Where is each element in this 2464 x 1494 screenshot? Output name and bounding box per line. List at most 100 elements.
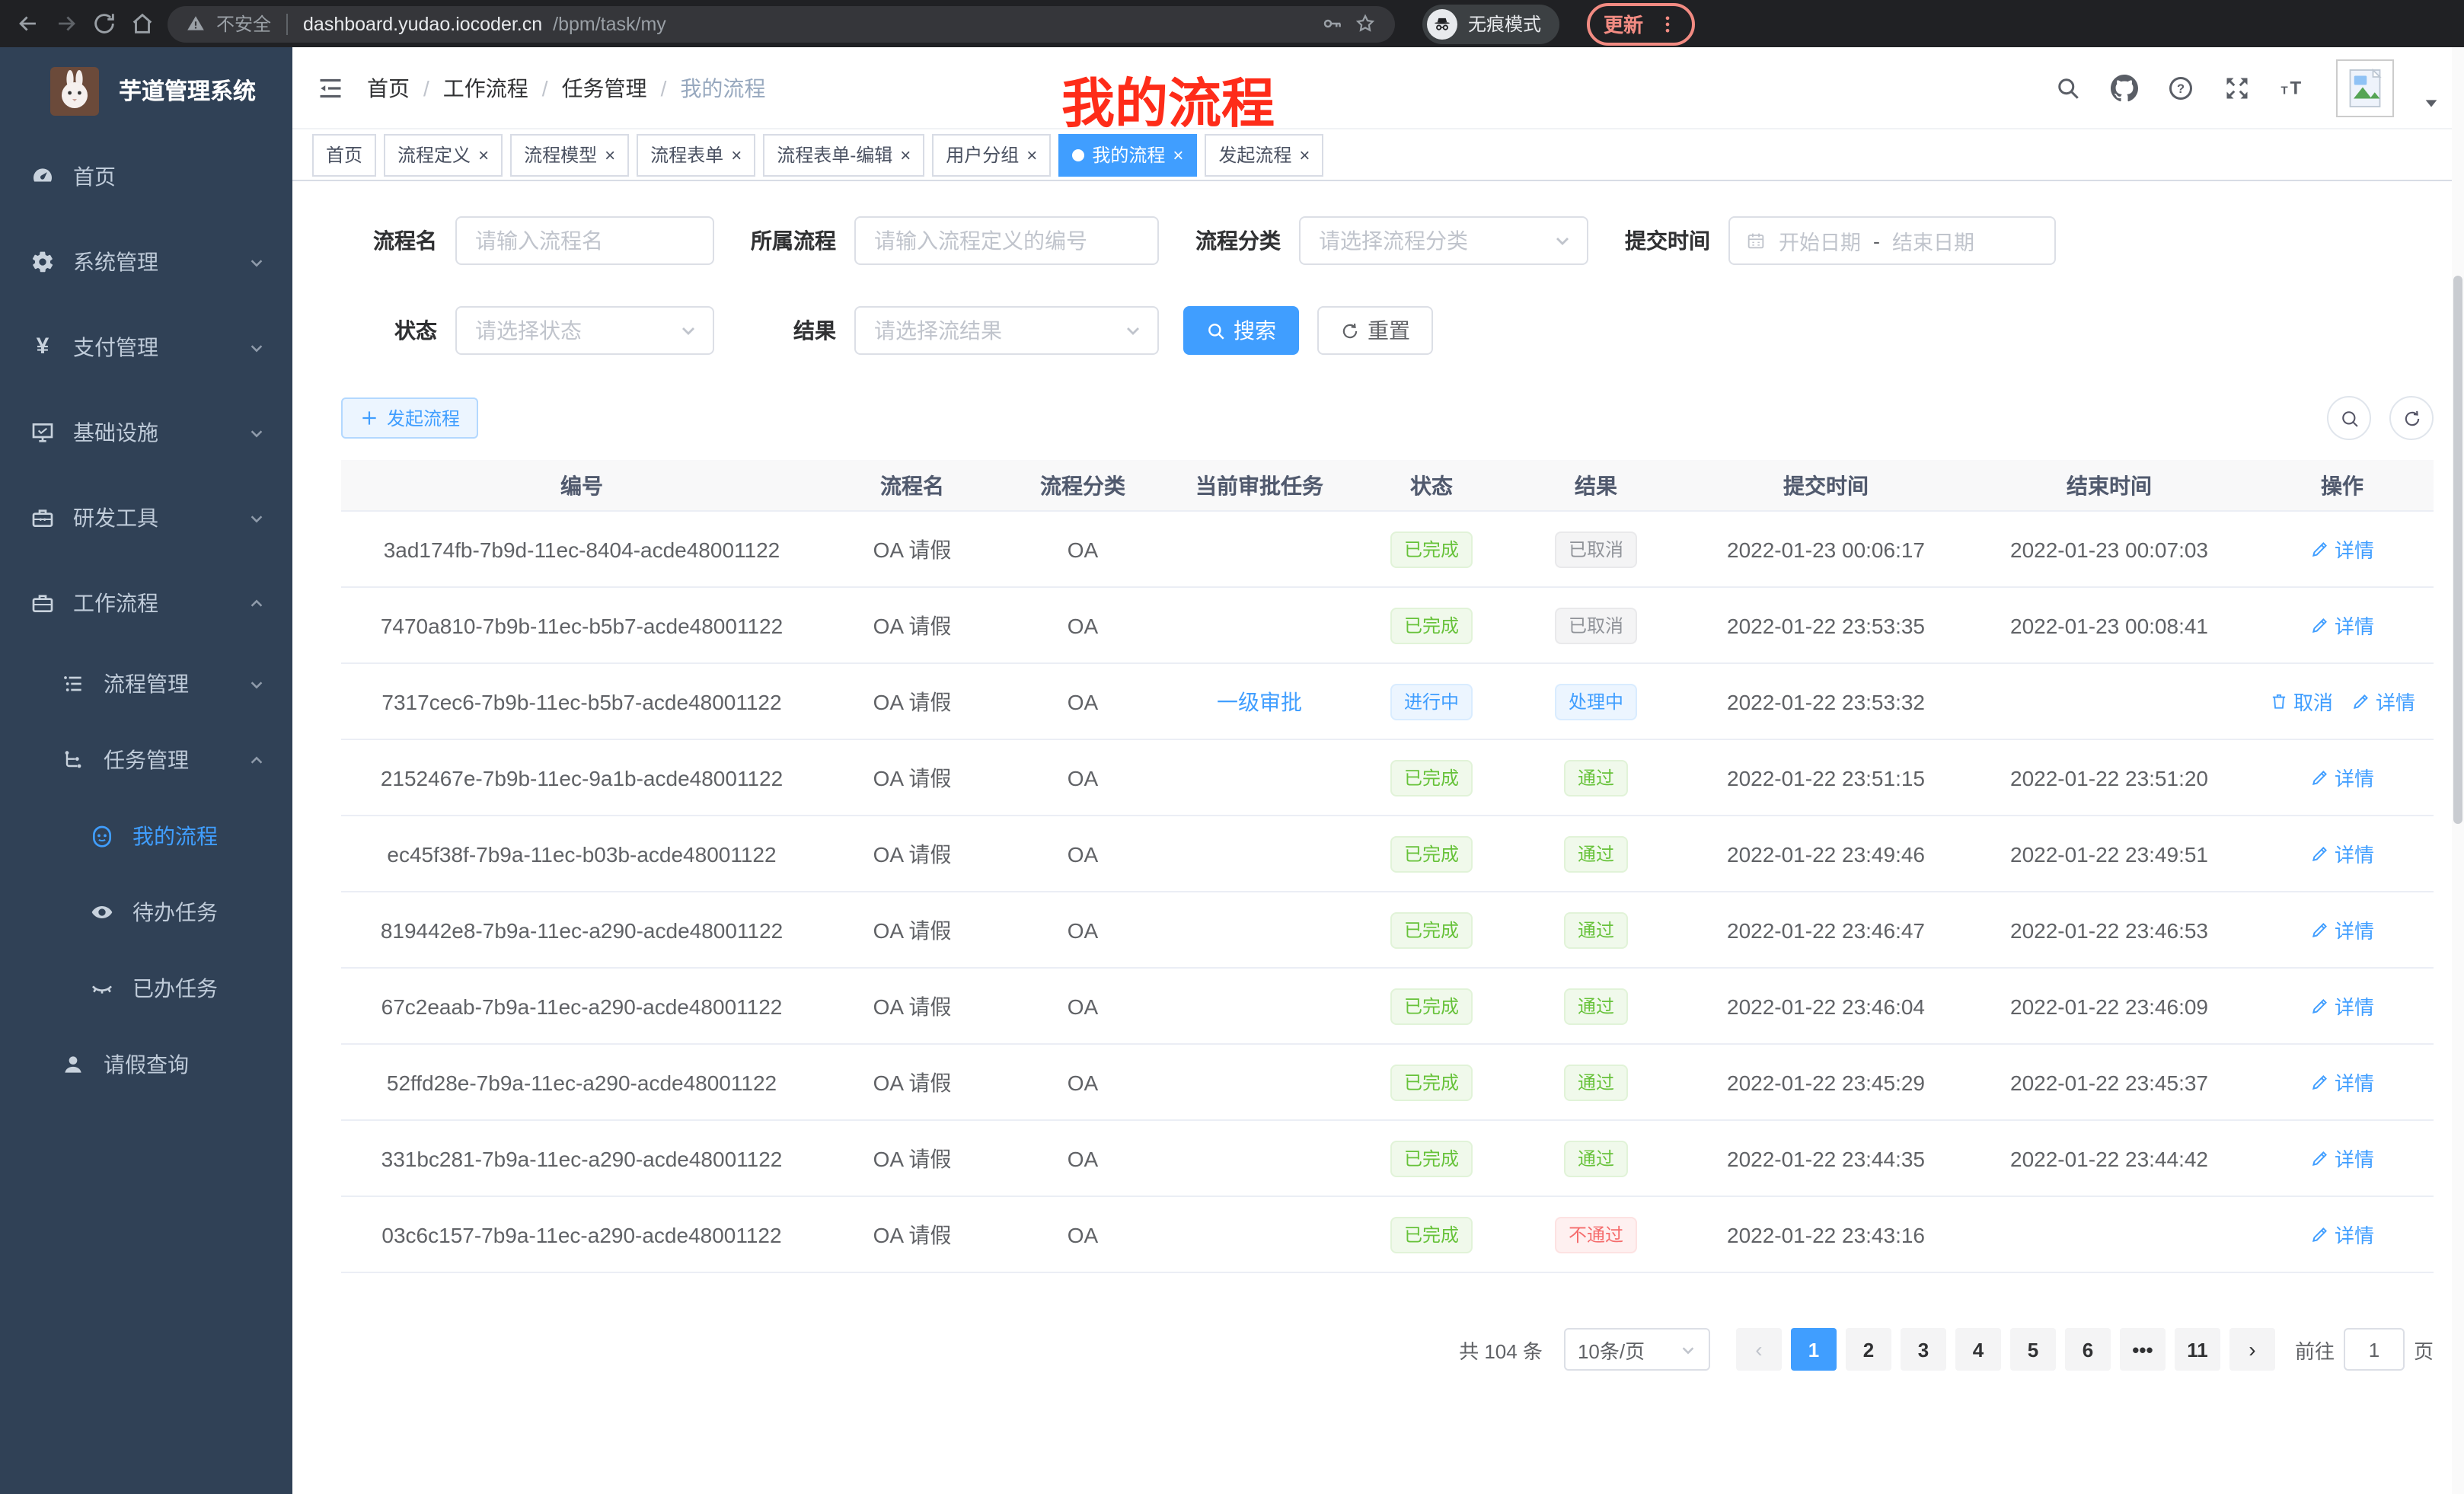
prev-page-button[interactable]: ‹: [1736, 1328, 1782, 1371]
app-logo-row[interactable]: 芋道管理系统: [0, 47, 292, 134]
breadcrumb-home[interactable]: 首页: [367, 72, 410, 103]
status-select[interactable]: 请选择状态: [455, 306, 714, 355]
task-link[interactable]: 一级审批: [1217, 689, 1302, 713]
detail-link[interactable]: 详情: [2310, 1220, 2374, 1249]
sidebar-item[interactable]: 请假查询: [0, 1026, 292, 1103]
tab[interactable]: 流程定义×: [384, 133, 503, 176]
security-label: 不安全: [216, 11, 271, 37]
sidebar-item[interactable]: 研发工具: [0, 475, 292, 560]
page-button[interactable]: 11: [2175, 1328, 2220, 1371]
chevron-up-icon: [248, 752, 265, 768]
sidebar-item-label: 待办任务: [132, 897, 292, 927]
hamburger-icon[interactable]: [317, 74, 344, 101]
reload-icon[interactable]: [91, 11, 117, 37]
sidebar-item[interactable]: 已办任务: [0, 950, 292, 1026]
fullscreen-icon[interactable]: [2223, 74, 2251, 101]
sidebar-item[interactable]: 系统管理: [0, 219, 292, 305]
tab[interactable]: 流程表单-编辑 ×: [763, 133, 924, 176]
avatar-broken-image-icon: [2342, 65, 2388, 110]
tab-close-icon[interactable]: ×: [478, 145, 489, 164]
tab-close-icon[interactable]: ×: [1299, 145, 1310, 164]
sidebar-item[interactable]: 首页: [0, 134, 292, 219]
caret-down-icon[interactable]: [2423, 94, 2440, 111]
tab-close-icon[interactable]: ×: [1026, 145, 1037, 164]
star-icon[interactable]: [1354, 12, 1377, 35]
detail-link[interactable]: 详情: [2310, 915, 2374, 944]
goto-page-input[interactable]: [2344, 1328, 2405, 1371]
next-page-button[interactable]: ›: [2229, 1328, 2275, 1371]
font-size-icon[interactable]: TT: [2280, 74, 2307, 101]
detail-link[interactable]: 详情: [2310, 763, 2374, 792]
breadcrumb-task-mgmt[interactable]: 任务管理: [562, 72, 647, 103]
sidebar-item[interactable]: 任务管理: [0, 722, 292, 798]
page-scrollbar[interactable]: [2452, 47, 2464, 1494]
status-tag: 已完成: [1390, 607, 1473, 643]
back-icon[interactable]: [15, 11, 41, 37]
sidebar-item[interactable]: 流程管理: [0, 646, 292, 722]
search-icon[interactable]: [2054, 74, 2082, 101]
page-button[interactable]: 1: [1791, 1328, 1837, 1371]
tab[interactable]: 我的流程×: [1058, 133, 1197, 176]
url-bar[interactable]: 不安全 dashboard.yudao.iocoder.cn/bpm/task/…: [168, 5, 1395, 42]
github-icon[interactable]: [2111, 74, 2138, 101]
help-icon[interactable]: ?: [2167, 74, 2194, 101]
sidebar-item[interactable]: ¥支付管理: [0, 305, 292, 390]
tab[interactable]: 流程模型×: [510, 133, 629, 176]
page-button[interactable]: 4: [1955, 1328, 2001, 1371]
tab[interactable]: 流程表单×: [637, 133, 755, 176]
cell-end-time: 2022-01-22 23:45:37: [1968, 1044, 2251, 1120]
forward-icon[interactable]: [53, 11, 79, 37]
category-select[interactable]: 请选择流程分类: [1299, 216, 1588, 265]
tab-close-icon[interactable]: ×: [731, 145, 742, 164]
process-key-input[interactable]: [854, 216, 1159, 265]
detail-link[interactable]: 详情: [2310, 991, 2374, 1020]
key-icon[interactable]: [1320, 12, 1343, 35]
url-host: dashboard.yudao.iocoder.cn: [303, 13, 542, 34]
tab[interactable]: 发起流程×: [1205, 133, 1323, 176]
page-button[interactable]: 6: [2065, 1328, 2111, 1371]
status-tag: 已完成: [1390, 759, 1473, 796]
filter-row-2: 状态 请选择状态 结果 请选择流结果 搜索: [341, 306, 2434, 355]
cell-actions: 详情: [2251, 511, 2434, 587]
tab-close-icon[interactable]: ×: [605, 145, 615, 164]
process-name-input[interactable]: [455, 216, 714, 265]
result-tag: 通过: [1564, 835, 1628, 872]
update-button[interactable]: 更新: [1587, 2, 1695, 45]
reset-button[interactable]: 重置: [1317, 306, 1433, 355]
create-process-button[interactable]: 发起流程: [341, 397, 478, 439]
submit-time-range-picker[interactable]: 开始日期 - 结束日期: [1728, 216, 2056, 265]
sidebar-item[interactable]: 工作流程: [0, 560, 292, 646]
avatar[interactable]: [2336, 59, 2394, 117]
sidebar-item[interactable]: 基础设施: [0, 390, 292, 475]
sidebar-item[interactable]: 待办任务: [0, 874, 292, 950]
detail-link[interactable]: 详情: [2310, 839, 2374, 868]
page-size-select[interactable]: 10条/页: [1564, 1328, 1710, 1371]
search-button[interactable]: 搜索: [1183, 306, 1299, 355]
result-select[interactable]: 请选择流结果: [854, 306, 1159, 355]
detail-link[interactable]: 详情: [2310, 1068, 2374, 1097]
detail-link[interactable]: 详情: [2351, 687, 2415, 716]
page-button[interactable]: 2: [1846, 1328, 1891, 1371]
hide-search-button[interactable]: [2327, 396, 2371, 440]
filter-category-label: 流程分类: [1183, 225, 1281, 256]
menu-dots-icon[interactable]: [1657, 13, 1678, 34]
refresh-table-button[interactable]: [2389, 396, 2434, 440]
page-button[interactable]: 5: [2010, 1328, 2056, 1371]
page-ellipsis[interactable]: •••: [2120, 1328, 2166, 1371]
page-button[interactable]: 3: [1901, 1328, 1946, 1371]
tab-close-icon[interactable]: ×: [900, 145, 911, 164]
status-tag: 已完成: [1390, 835, 1473, 872]
detail-link[interactable]: 详情: [2310, 1144, 2374, 1173]
breadcrumb-workflow[interactable]: 工作流程: [443, 72, 528, 103]
home-icon[interactable]: [129, 11, 155, 37]
tab-close-icon[interactable]: ×: [1173, 145, 1183, 164]
tab[interactable]: 首页: [312, 133, 376, 176]
tab-label: 首页: [326, 142, 362, 168]
scrollbar-thumb[interactable]: [2453, 276, 2462, 824]
cancel-link[interactable]: 取消: [2269, 687, 2333, 716]
sidebar-item[interactable]: 我的流程: [0, 798, 292, 874]
detail-link[interactable]: 详情: [2310, 535, 2374, 563]
tab-label: 流程表单-编辑: [777, 142, 892, 168]
detail-link[interactable]: 详情: [2310, 611, 2374, 640]
tab[interactable]: 用户分组×: [932, 133, 1051, 176]
